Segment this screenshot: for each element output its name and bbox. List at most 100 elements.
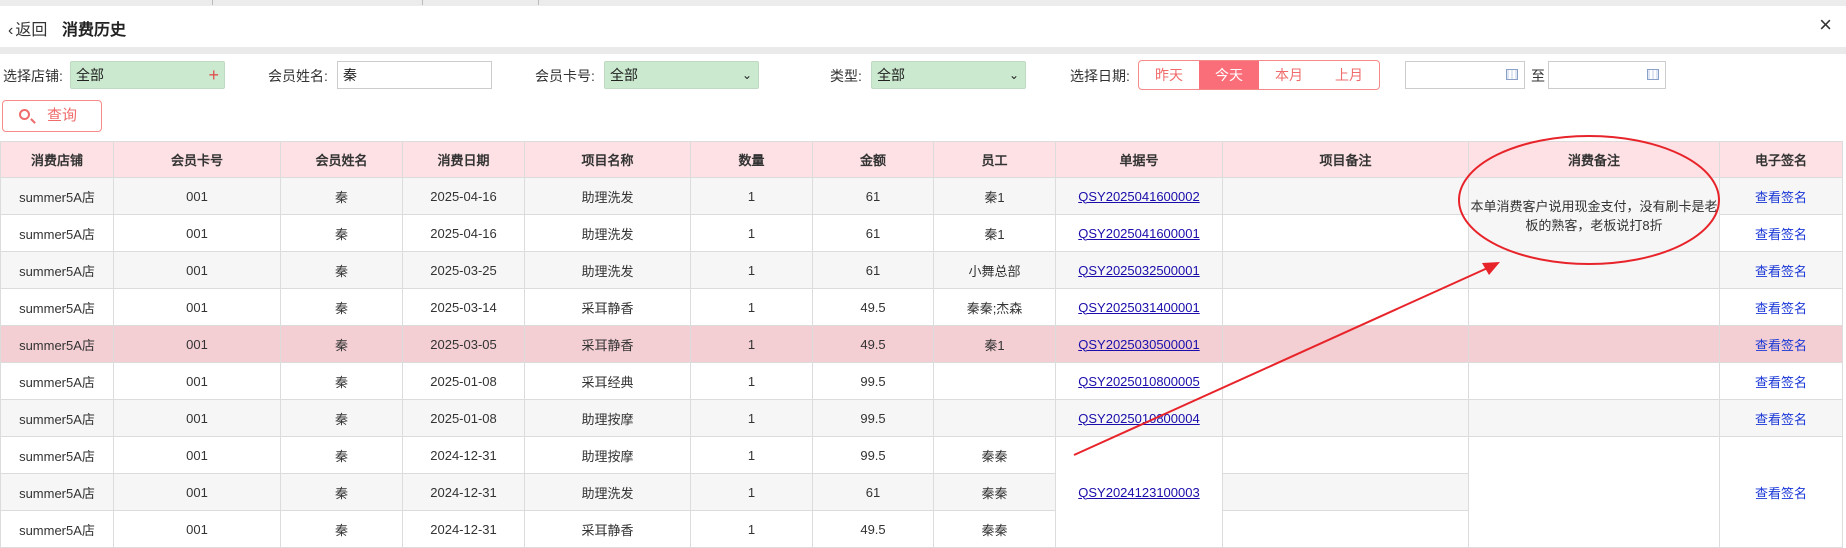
view-signature-link[interactable]: 查看签名 (1755, 412, 1807, 427)
table-row[interactable]: summer5A店 001 秦 2025-04-16 助理洗发 1 61 秦1 … (0, 177, 1843, 252)
member-name-value: 秦 (343, 67, 357, 83)
column-header: 消费备注 (1468, 141, 1720, 178)
cell-card: 001 (113, 436, 281, 474)
table-row-selected[interactable]: summer5A店 001 秦 2025-03-05 采耳静香 1 49.5 秦… (0, 325, 1843, 363)
cell-name: 秦 (280, 436, 403, 474)
cell-item: 助理按摩 (524, 399, 691, 437)
cell-store: summer5A店 (0, 399, 114, 437)
cell-qty: 1 (690, 214, 813, 252)
cell-store: summer5A店 (0, 251, 114, 289)
range-this-month[interactable]: 本月 (1259, 61, 1319, 89)
store-select[interactable]: 全部 + (70, 61, 225, 89)
chevron-down-icon: ⌄ (1008, 68, 1019, 82)
table-row[interactable]: summer5A店 001 秦 2025-01-08 采耳经典 1 99.5 Q… (0, 362, 1843, 400)
plus-icon[interactable]: + (208, 62, 219, 88)
table-row[interactable]: summer5A店 001 秦 2025-01-08 助理按摩 1 99.5 Q… (0, 399, 1843, 437)
back-button[interactable]: ‹ 返回 (8, 16, 47, 40)
cell-consumption-note (1468, 399, 1720, 437)
cell-staff: 秦秦 (933, 510, 1056, 548)
table-row[interactable]: summer5A店 001 秦 2024-12-31 助理按摩 1 99.5 秦… (0, 436, 1843, 548)
cell-name: 秦 (280, 214, 403, 252)
view-signature-link[interactable]: 查看签名 (1755, 375, 1807, 390)
cell-card: 001 (113, 510, 281, 548)
cell-amount: 99.5 (812, 399, 934, 437)
view-signature-link[interactable]: 查看签名 (1755, 486, 1807, 501)
cell-card: 001 (113, 214, 281, 252)
cell-amount: 61 (812, 473, 934, 511)
order-link[interactable]: QSY2025031400001 (1078, 300, 1199, 315)
cell-date: 2025-01-08 (402, 399, 525, 437)
range-today[interactable]: 今天 (1199, 61, 1259, 89)
cell-item-note (1222, 362, 1469, 400)
cell-name: 秦 (280, 288, 403, 326)
order-link[interactable]: QSY2025041600002 (1078, 189, 1199, 204)
cell-amount: 49.5 (812, 288, 934, 326)
tab-divider (212, 0, 213, 5)
cell-consumption-note (1468, 288, 1720, 326)
cell-date: 2025-03-05 (402, 325, 525, 363)
cell-qty: 1 (690, 177, 813, 215)
cell-store: summer5A店 (0, 214, 114, 252)
range-yesterday[interactable]: 昨天 (1139, 61, 1199, 89)
cell-card: 001 (113, 325, 281, 363)
cell-staff: 秦秦 (933, 436, 1056, 474)
table-row[interactable]: summer5A店 001 秦 2025-03-25 助理洗发 1 61 小舞总… (0, 251, 1843, 289)
type-value: 全部 (877, 67, 905, 83)
cell-amount: 49.5 (812, 325, 934, 363)
cell-signature: 查看签名 (1719, 436, 1843, 548)
query-button[interactable]: 查询 (2, 100, 102, 132)
cell-store: summer5A店 (0, 510, 114, 548)
member-name-input[interactable]: 秦 (337, 61, 492, 89)
order-link[interactable]: QSY2025010800004 (1078, 411, 1199, 426)
cell-item-note (1222, 436, 1469, 474)
view-signature-link[interactable]: 查看签名 (1755, 301, 1807, 316)
cell-staff: 秦秦 (933, 473, 1056, 511)
cell-signature: 查看签名 (1719, 177, 1843, 215)
cell-consumption-note (1468, 325, 1720, 363)
order-link[interactable]: QSY2025032500001 (1078, 263, 1199, 278)
cell-store: summer5A店 (0, 362, 114, 400)
cell-qty: 1 (690, 362, 813, 400)
table-header-row: 消费店铺 会员卡号 会员姓名 消费日期 项目名称 数量 金额 员工 单据号 项目… (0, 141, 1843, 178)
table-row[interactable]: summer5A店 001 秦 2025-03-14 采耳静香 1 49.5 秦… (0, 288, 1843, 326)
tab-divider (538, 0, 539, 5)
calendar-icon[interactable] (1506, 69, 1518, 80)
member-card-select[interactable]: 全部 ⌄ (604, 61, 759, 89)
column-header: 会员卡号 (113, 141, 281, 178)
cell-item: 助理洗发 (524, 214, 691, 252)
range-last-month[interactable]: 上月 (1319, 61, 1379, 89)
view-signature-link[interactable]: 查看签名 (1755, 338, 1807, 353)
view-signature-link[interactable]: 查看签名 (1755, 227, 1807, 242)
dialog-header: ‹ 返回 消费历史 × (0, 6, 1846, 48)
cell-qty: 1 (690, 251, 813, 289)
cell-item-note (1222, 510, 1469, 548)
view-signature-link[interactable]: 查看签名 (1755, 264, 1807, 279)
cell-signature: 查看签名 (1719, 288, 1843, 326)
cell-order: QSY2025030500001 (1055, 325, 1223, 363)
cell-date: 2025-03-25 (402, 251, 525, 289)
order-link[interactable]: QSY2025041600001 (1078, 226, 1199, 241)
cell-item-note (1222, 399, 1469, 437)
chevron-down-icon: ⌄ (741, 68, 752, 82)
cell-consumption-note (1468, 362, 1720, 400)
start-date-input[interactable] (1405, 61, 1525, 89)
order-link[interactable]: QSY2025030500001 (1078, 337, 1199, 352)
cell-date: 2025-03-14 (402, 288, 525, 326)
end-date-input[interactable] (1548, 61, 1666, 89)
consumption-table: 消费店铺 会员卡号 会员姓名 消费日期 项目名称 数量 金额 员工 单据号 项目… (0, 141, 1843, 548)
member-name-label: 会员姓名: (268, 68, 328, 84)
cell-store: summer5A店 (0, 288, 114, 326)
cell-amount: 61 (812, 251, 934, 289)
type-select[interactable]: 全部 ⌄ (871, 61, 1026, 89)
cell-order: QSY2025031400001 (1055, 288, 1223, 326)
column-header: 电子签名 (1719, 141, 1843, 178)
calendar-icon[interactable] (1647, 69, 1659, 80)
order-link[interactable]: QSY2024123100003 (1078, 485, 1199, 500)
store-filter-label: 选择店铺: (3, 68, 63, 84)
cell-date: 2025-04-16 (402, 214, 525, 252)
column-header: 单据号 (1055, 141, 1223, 178)
cell-qty: 1 (690, 436, 813, 474)
close-icon[interactable]: × (1819, 12, 1832, 38)
order-link[interactable]: QSY2025010800005 (1078, 374, 1199, 389)
view-signature-link[interactable]: 查看签名 (1755, 190, 1807, 205)
